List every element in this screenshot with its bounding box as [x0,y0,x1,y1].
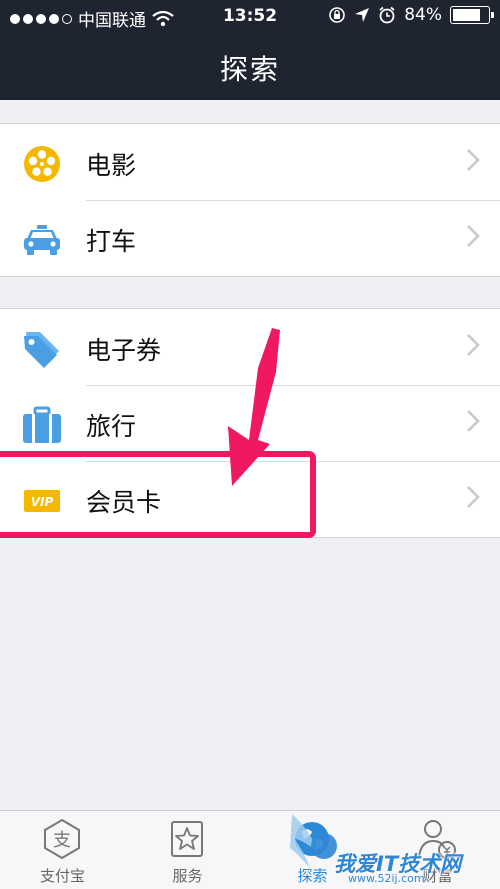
row-label: 会员卡 [86,488,162,517]
taxi-icon [24,225,60,255]
tab-alipay[interactable]: 支 支付宝 [0,811,125,889]
suitcase-icon [23,406,61,443]
alarm-icon [379,6,395,24]
navigation-bar: 探索 [0,34,500,100]
globe-icon [295,822,329,856]
tab-wealth[interactable]: 财富 [375,811,500,889]
row-movie[interactable]: 电影 [0,124,500,200]
alipay-icon: 支 [44,818,80,860]
list-group-2: 电子券 旅行 VIP 会员卡 [0,308,500,538]
row-member-card[interactable]: VIP 会员卡 [0,461,500,537]
tab-explore[interactable]: 探索 [250,811,375,889]
row-taxi[interactable]: 打车 [0,200,500,276]
tab-label: 支付宝 [39,867,85,885]
film-reel-icon [24,146,60,182]
chevron-right-icon [467,486,480,508]
tab-label: 服务 [172,867,203,885]
person-wealth-icon [418,820,456,859]
location-arrow-icon [355,8,370,22]
status-bar: 中国联通 13:52 84% [0,0,500,34]
tab-service[interactable]: 服务 [125,811,250,889]
row-label: 打车 [86,227,137,256]
row-label: 电影 [86,151,137,180]
battery-percentage: 84% [404,5,442,25]
page-title: 探索 [219,53,280,86]
chevron-right-icon [467,334,480,356]
tab-label: 探索 [297,867,328,885]
chevron-right-icon [467,225,480,247]
row-travel[interactable]: 旅行 [0,385,500,461]
rotation-lock-icon [329,7,346,23]
svg-text:VIP: VIP [31,495,54,509]
tab-label: 财富 [422,867,453,885]
star-icon [171,821,203,857]
coupon-tag-icon [24,332,59,368]
chevron-right-icon [467,149,480,171]
battery-icon [450,6,494,24]
tab-bar: 支 支付宝 服务 探索 财富 [0,810,500,889]
chevron-right-icon [467,410,480,432]
vip-card-icon: VIP [24,490,60,512]
row-coupon[interactable]: 电子券 [0,309,500,385]
row-label: 电子券 [86,336,162,365]
list-group-1: 电影 打车 [0,123,500,277]
svg-text:支: 支 [53,830,71,851]
row-label: 旅行 [86,412,137,441]
